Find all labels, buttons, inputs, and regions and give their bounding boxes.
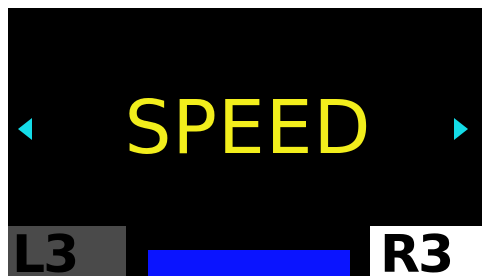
option-screen: SPEED L3 R3 (8, 8, 482, 276)
l3-button-label: L3 (12, 225, 79, 276)
blue-bar (148, 250, 350, 276)
l3-button[interactable]: L3 (8, 226, 126, 276)
option-value: SPEED (124, 85, 372, 171)
r3-button-label: R3 (380, 225, 454, 276)
triangle-left-icon[interactable] (18, 118, 32, 140)
r3-button[interactable]: R3 (370, 226, 482, 276)
triangle-right-icon[interactable] (454, 118, 468, 140)
